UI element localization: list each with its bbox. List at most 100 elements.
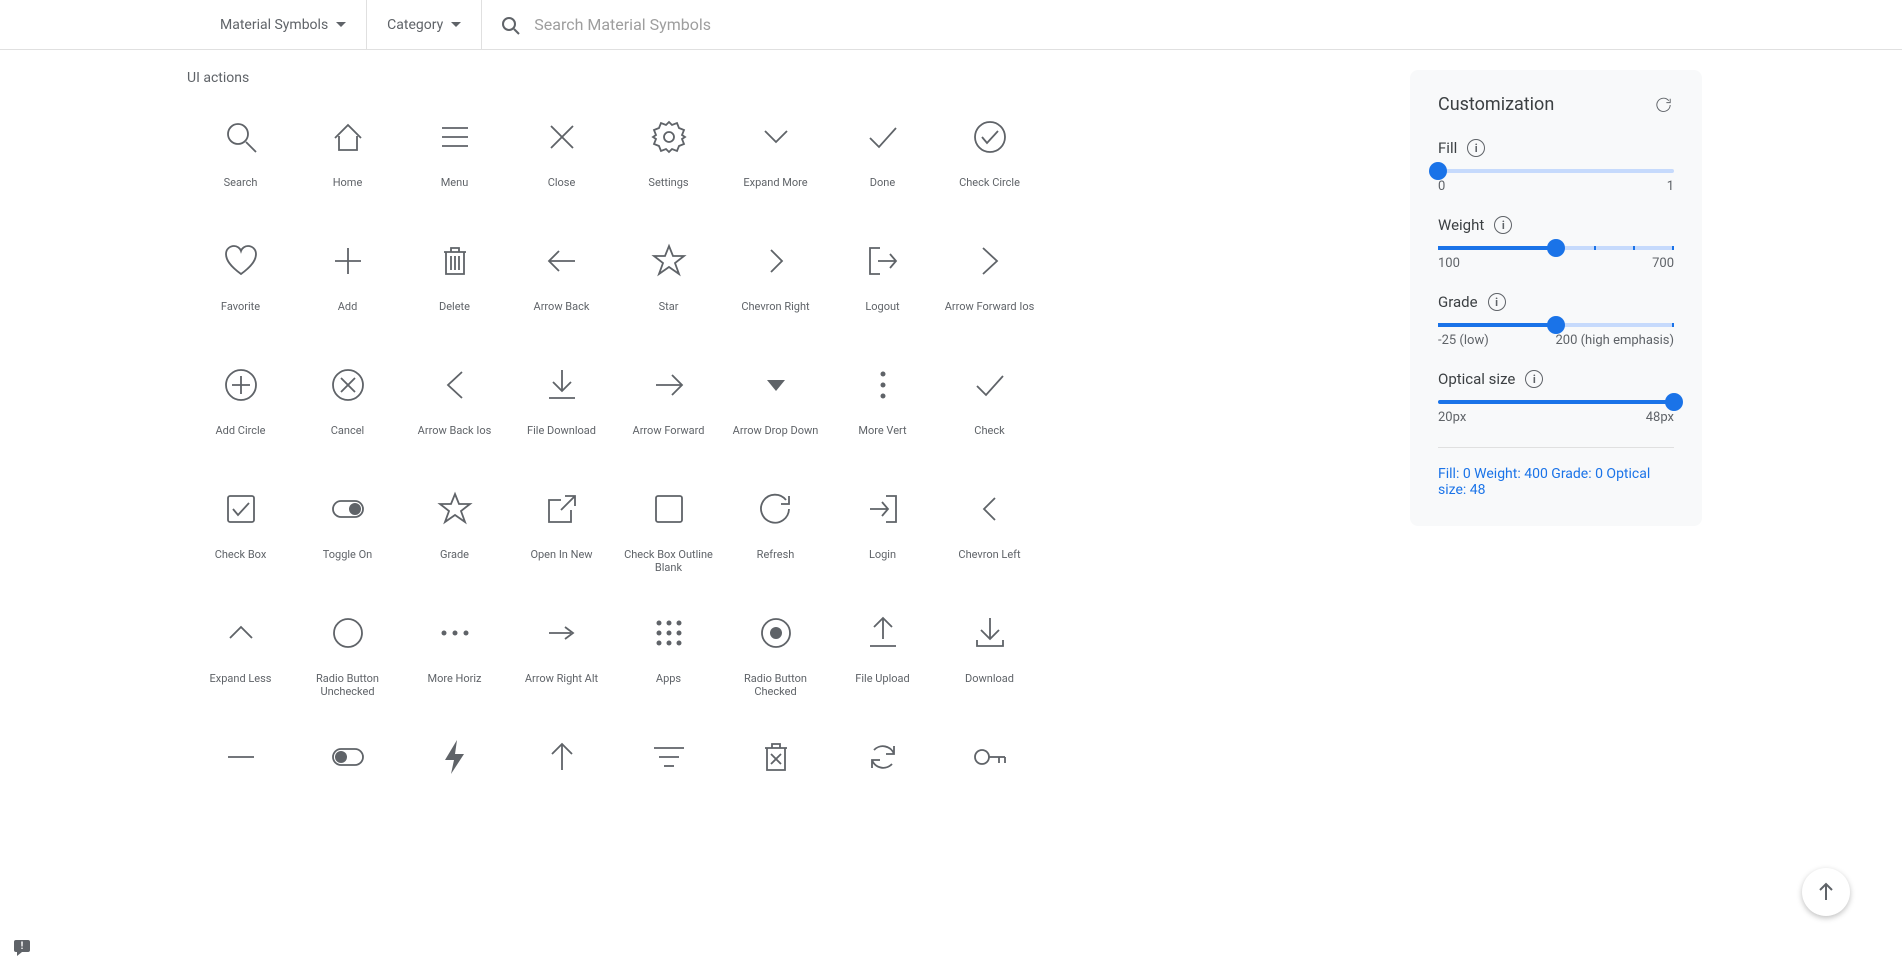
arrow_right_alt-icon bbox=[541, 612, 583, 654]
icon-item-refresh[interactable]: Refresh bbox=[722, 476, 829, 584]
delete-icon bbox=[434, 240, 476, 282]
fill-slider[interactable] bbox=[1438, 169, 1674, 173]
icon-item-star[interactable]: Star bbox=[615, 228, 722, 336]
icon-item-arrow_back_ios[interactable]: Arrow Back Ios bbox=[401, 352, 508, 460]
chevron_left-icon bbox=[969, 488, 1011, 530]
icon-label: File Upload bbox=[855, 672, 909, 685]
icon-item-more_horiz[interactable]: More Horiz bbox=[401, 600, 508, 708]
icon-item-login[interactable]: Login bbox=[829, 476, 936, 584]
icon-item-arrow_back[interactable]: Arrow Back bbox=[508, 228, 615, 336]
icon-item-close[interactable]: Close bbox=[508, 104, 615, 212]
icon-item-file_upload[interactable]: File Upload bbox=[829, 600, 936, 708]
weight-slider[interactable] bbox=[1438, 246, 1674, 250]
download-icon bbox=[969, 612, 1011, 654]
icon-item-settings[interactable]: Settings bbox=[615, 104, 722, 212]
icon-item-arrow_forward[interactable]: Arrow Forward bbox=[615, 352, 722, 460]
icon-item-download[interactable]: Download bbox=[936, 600, 1043, 708]
icon-item-file_download[interactable]: File Download bbox=[508, 352, 615, 460]
icon-label: Radio Button Unchecked bbox=[303, 672, 393, 698]
icon-item-apps[interactable]: Apps bbox=[615, 600, 722, 708]
icon-label: Check Box Outline Blank bbox=[624, 548, 714, 574]
reset-icon[interactable] bbox=[1654, 95, 1674, 115]
icon-item-more_vert[interactable]: More Vert bbox=[829, 352, 936, 460]
icon-item-logout[interactable]: Logout bbox=[829, 228, 936, 336]
icon-item-arrow_upward[interactable] bbox=[508, 724, 615, 832]
weight-label: Weight bbox=[1438, 216, 1484, 234]
icon-item-delete_forever[interactable] bbox=[722, 724, 829, 832]
style-filter-dropdown[interactable]: Material Symbols bbox=[200, 0, 367, 49]
icon-item-expand_more[interactable]: Expand More bbox=[722, 104, 829, 212]
icon-label: Check Circle bbox=[959, 176, 1020, 189]
search-area bbox=[482, 15, 1902, 35]
icon-item-expand_less[interactable]: Expand Less bbox=[187, 600, 294, 708]
arrow-up-icon bbox=[1814, 880, 1838, 904]
optical-size-slider[interactable] bbox=[1438, 400, 1674, 404]
arrow_drop_down-icon bbox=[755, 364, 797, 406]
icon-item-check_box[interactable]: Check Box bbox=[187, 476, 294, 584]
icon-item-toggle_off[interactable] bbox=[294, 724, 401, 832]
icon-item-key[interactable] bbox=[936, 724, 1043, 832]
feedback-icon bbox=[12, 938, 32, 958]
icon-label: Add Circle bbox=[215, 424, 265, 437]
caret-down-icon bbox=[451, 22, 461, 27]
category-filter-dropdown[interactable]: Category bbox=[367, 0, 482, 49]
more_horiz-icon bbox=[434, 612, 476, 654]
optical-max: 48px bbox=[1646, 410, 1674, 425]
icon-item-arrow_forward_ios[interactable]: Arrow Forward Ios bbox=[936, 228, 1043, 336]
icon-item-home[interactable]: Home bbox=[294, 104, 401, 212]
divider bbox=[1438, 447, 1674, 448]
remove-icon bbox=[220, 736, 262, 778]
radio_button_unchecked-icon bbox=[327, 612, 369, 654]
icon-label: Expand Less bbox=[210, 672, 272, 685]
info-icon[interactable]: i bbox=[1488, 293, 1506, 311]
icon-item-check[interactable]: Check bbox=[936, 352, 1043, 460]
info-icon[interactable]: i bbox=[1525, 370, 1543, 388]
icon-item-add_circle[interactable]: Add Circle bbox=[187, 352, 294, 460]
icon-item-menu[interactable]: Menu bbox=[401, 104, 508, 212]
icon-item-cancel[interactable]: Cancel bbox=[294, 352, 401, 460]
icon-item-grade[interactable]: Grade bbox=[401, 476, 508, 584]
icon-label: Menu bbox=[441, 176, 469, 189]
icon-item-arrow_drop_down[interactable]: Arrow Drop Down bbox=[722, 352, 829, 460]
icon-item-remove[interactable] bbox=[187, 724, 294, 832]
icon-item-bolt[interactable] bbox=[401, 724, 508, 832]
icon-item-add[interactable]: Add bbox=[294, 228, 401, 336]
icon-item-arrow_right_alt[interactable]: Arrow Right Alt bbox=[508, 600, 615, 708]
scroll-to-top-button[interactable] bbox=[1802, 868, 1850, 916]
style-filter-label: Material Symbols bbox=[220, 17, 328, 33]
icon-item-favorite[interactable]: Favorite bbox=[187, 228, 294, 336]
icon-label: Expand More bbox=[743, 176, 807, 189]
icon-item-chevron_left[interactable]: Chevron Left bbox=[936, 476, 1043, 584]
file_download-icon bbox=[541, 364, 583, 406]
fill-min: 0 bbox=[1438, 179, 1445, 194]
search-input[interactable] bbox=[534, 15, 934, 34]
feedback-button[interactable] bbox=[12, 938, 32, 958]
icon-item-search[interactable]: Search bbox=[187, 104, 294, 212]
icon-item-toggle_on[interactable]: Toggle On bbox=[294, 476, 401, 584]
info-icon[interactable]: i bbox=[1467, 139, 1485, 157]
icon-item-chevron_right[interactable]: Chevron Right bbox=[722, 228, 829, 336]
icon-item-done[interactable]: Done bbox=[829, 104, 936, 212]
logout-icon bbox=[862, 240, 904, 282]
icon-label: Cancel bbox=[331, 424, 364, 437]
fill-max: 1 bbox=[1667, 179, 1674, 194]
icon-label: Arrow Forward bbox=[633, 424, 705, 437]
icon-item-radio_button_checked[interactable]: Radio Button Checked bbox=[722, 600, 829, 708]
icon-item-delete[interactable]: Delete bbox=[401, 228, 508, 336]
icon-label: Add bbox=[338, 300, 358, 313]
grade-min: -25 (low) bbox=[1438, 333, 1489, 348]
icon-label: Arrow Back bbox=[534, 300, 590, 313]
icon-item-autorenew[interactable] bbox=[829, 724, 936, 832]
icon-item-check_box_outline_blank[interactable]: Check Box Outline Blank bbox=[615, 476, 722, 584]
chevron_right-icon bbox=[755, 240, 797, 282]
icon-item-open_in_new[interactable]: Open In New bbox=[508, 476, 615, 584]
icon-item-check_circle[interactable]: Check Circle bbox=[936, 104, 1043, 212]
icon-item-filter_list[interactable] bbox=[615, 724, 722, 832]
info-icon[interactable]: i bbox=[1494, 216, 1512, 234]
check_box-icon bbox=[220, 488, 262, 530]
apps-icon bbox=[648, 612, 690, 654]
grade-slider[interactable] bbox=[1438, 323, 1674, 327]
icon-label: Arrow Back Ios bbox=[418, 424, 492, 437]
menu-icon bbox=[434, 116, 476, 158]
icon-item-radio_button_unchecked[interactable]: Radio Button Unchecked bbox=[294, 600, 401, 708]
